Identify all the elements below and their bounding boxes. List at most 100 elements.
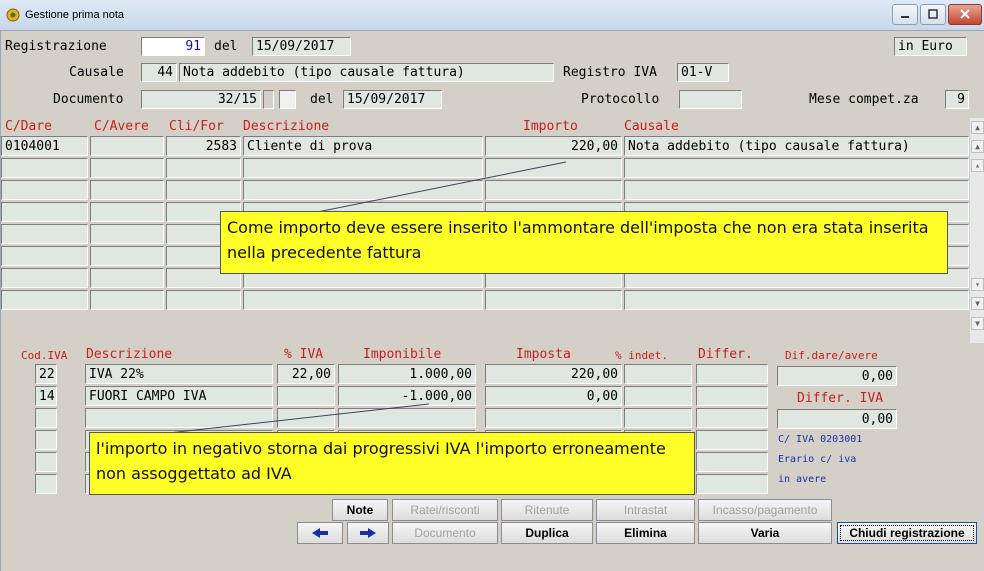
- iva-cell-codiva[interactable]: [35, 452, 57, 472]
- iva-cell-differ[interactable]: [696, 408, 768, 428]
- registro-iva-field[interactable]: 01-V: [677, 63, 729, 82]
- documento-date-field[interactable]: 15/09/2017: [343, 90, 442, 109]
- iva-cell-differ[interactable]: [696, 430, 768, 450]
- movement-cell-avere[interactable]: [90, 180, 164, 200]
- intrastat-button[interactable]: Intrastat: [596, 499, 695, 521]
- iva-cell-indet[interactable]: [624, 364, 692, 384]
- maximize-button[interactable]: [920, 4, 946, 25]
- movement-cell-dare[interactable]: [1, 158, 88, 178]
- registrazione-number-field[interactable]: 91: [141, 37, 205, 56]
- elimina-button[interactable]: Elimina: [596, 522, 695, 544]
- iva-cell-imponibile[interactable]: -1.000,00: [338, 386, 476, 406]
- dif-dare-avere-field: 0,00: [777, 366, 897, 386]
- iva-cell-perc-iva[interactable]: [277, 408, 335, 428]
- prima-nota-form: Registrazione 91 del 15/09/2017 in Euro …: [0, 31, 984, 571]
- iva-cell-descrizione[interactable]: [85, 408, 273, 428]
- causale-code-field[interactable]: 44: [141, 63, 177, 82]
- movements-scrollbar[interactable]: ▲ ▲ ▴ ▾ ▼ ▼: [970, 118, 984, 343]
- movement-cell-importo[interactable]: [485, 158, 622, 178]
- col-perc-iva-header: % IVA: [284, 347, 324, 362]
- movement-cell-avere[interactable]: [90, 158, 164, 178]
- documento-label: Documento: [53, 92, 124, 107]
- protocollo-field[interactable]: [679, 90, 742, 109]
- documento-number-field[interactable]: 32/15: [141, 90, 261, 109]
- movement-cell-importo[interactable]: [485, 290, 622, 310]
- next-button[interactable]: [347, 522, 389, 544]
- ritenute-button[interactable]: Ritenute: [501, 499, 593, 521]
- incasso-pagamento-button[interactable]: Incasso/pagamento: [698, 499, 832, 521]
- iva-cell-perc-iva[interactable]: 22,00: [277, 364, 335, 384]
- iva-cell-codiva[interactable]: [35, 474, 57, 494]
- iva-cell-descrizione[interactable]: IVA 22%: [85, 364, 273, 384]
- movement-cell-dare[interactable]: [1, 224, 88, 244]
- iva-cell-codiva[interactable]: [35, 408, 57, 428]
- scroll-up-icon[interactable]: ▴: [971, 159, 984, 172]
- movement-cell-dare[interactable]: [1, 246, 88, 266]
- movement-cell-causale[interactable]: [624, 158, 969, 178]
- scroll-top-icon[interactable]: ▲: [971, 121, 984, 134]
- movement-cell-descrizione[interactable]: [243, 158, 483, 178]
- movement-cell-avere[interactable]: [90, 202, 164, 222]
- movement-cell-clifor[interactable]: 2583: [166, 136, 241, 156]
- varia-button[interactable]: Varia: [698, 522, 832, 544]
- scroll-page-up-icon[interactable]: ▲: [971, 140, 984, 153]
- col-iva-descrizione-header: Descrizione: [86, 347, 173, 362]
- iva-cell-differ[interactable]: [696, 452, 768, 472]
- movement-cell-descrizione[interactable]: [243, 180, 483, 200]
- movement-cell-importo[interactable]: [485, 180, 622, 200]
- movement-cell-clifor[interactable]: [166, 180, 241, 200]
- documento-dropdown-button[interactable]: [279, 90, 296, 109]
- iva-cell-imponibile[interactable]: 1.000,00: [338, 364, 476, 384]
- minimize-button[interactable]: [892, 4, 918, 25]
- movement-cell-dare[interactable]: [1, 202, 88, 222]
- movement-cell-dare[interactable]: [1, 180, 88, 200]
- movement-cell-avere[interactable]: [90, 268, 164, 288]
- movement-cell-dare[interactable]: [1, 268, 88, 288]
- iva-cell-codiva[interactable]: 14: [35, 386, 57, 406]
- movement-cell-causale[interactable]: Nota addebito (tipo causale fattura): [624, 136, 969, 156]
- iva-cell-indet[interactable]: [624, 408, 692, 428]
- movement-cell-importo[interactable]: 220,00: [485, 136, 622, 156]
- iva-cell-perc-iva[interactable]: [277, 386, 335, 406]
- mese-competenza-field[interactable]: 9: [945, 90, 969, 109]
- iva-cell-imposta[interactable]: 220,00: [485, 364, 622, 384]
- movement-cell-descrizione[interactable]: [243, 290, 483, 310]
- iva-cell-differ[interactable]: [696, 386, 768, 406]
- col-avere-header: C/Avere: [94, 119, 149, 134]
- note-button[interactable]: Note: [332, 499, 388, 521]
- iva-cell-imposta[interactable]: [485, 408, 622, 428]
- documento-spacer: [263, 90, 274, 109]
- scroll-bottom-icon[interactable]: ▼: [971, 317, 984, 330]
- movement-cell-avere[interactable]: [90, 290, 164, 310]
- duplica-button[interactable]: Duplica: [501, 522, 593, 544]
- iva-cell-codiva[interactable]: 22: [35, 364, 57, 384]
- movement-cell-causale[interactable]: [624, 290, 969, 310]
- close-icon: [960, 9, 970, 19]
- col-clifor-header: Cli/For: [169, 119, 224, 134]
- movement-cell-dare[interactable]: [1, 290, 88, 310]
- movement-cell-dare[interactable]: 0104001: [1, 136, 88, 156]
- movement-cell-clifor[interactable]: [166, 158, 241, 178]
- movement-cell-descrizione[interactable]: Cliente di prova: [243, 136, 483, 156]
- movement-cell-causale[interactable]: [624, 180, 969, 200]
- close-button[interactable]: [948, 4, 982, 25]
- movement-cell-clifor[interactable]: [166, 290, 241, 310]
- documento-button[interactable]: Documento: [392, 522, 498, 544]
- iva-cell-differ[interactable]: [696, 364, 768, 384]
- iva-cell-imposta[interactable]: 0,00: [485, 386, 622, 406]
- iva-cell-indet[interactable]: [624, 386, 692, 406]
- scroll-page-down-icon[interactable]: ▼: [971, 297, 984, 310]
- registrazione-date-field[interactable]: 15/09/2017: [252, 37, 351, 56]
- movement-cell-avere[interactable]: [90, 246, 164, 266]
- iva-cell-codiva[interactable]: [35, 430, 57, 450]
- iva-cell-imponibile[interactable]: [338, 408, 476, 428]
- scroll-down-icon[interactable]: ▾: [971, 278, 984, 291]
- movement-cell-avere[interactable]: [90, 136, 164, 156]
- previous-button[interactable]: [297, 522, 343, 544]
- movement-cell-avere[interactable]: [90, 224, 164, 244]
- iva-cell-differ[interactable]: [696, 474, 768, 494]
- ratei-risconti-button[interactable]: Ratei/risconti: [392, 499, 498, 521]
- iva-cell-descrizione[interactable]: FUORI CAMPO IVA: [85, 386, 273, 406]
- currency-field: in Euro: [894, 37, 967, 56]
- chiudi-registrazione-button[interactable]: Chiudi registrazione: [837, 522, 977, 544]
